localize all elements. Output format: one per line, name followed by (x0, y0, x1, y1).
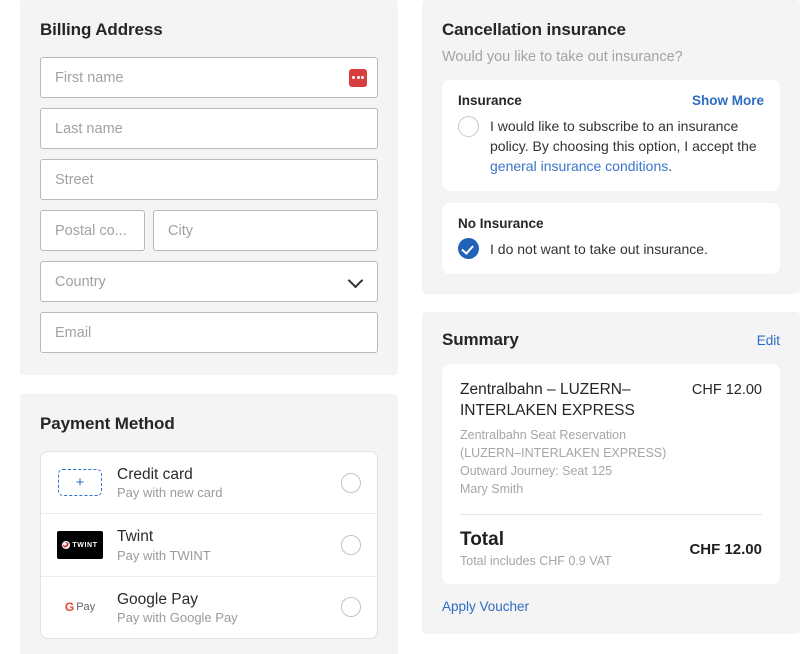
summary-header: Summary Edit (442, 330, 780, 350)
cancellation-insurance-panel: Cancellation insurance Would you like to… (422, 0, 800, 294)
summary-panel: Summary Edit Zentralbahn – LUZERN–INTERL… (422, 312, 800, 634)
cancellation-insurance-title: Cancellation insurance (442, 20, 780, 40)
payment-radio-credit-card[interactable] (341, 473, 361, 493)
payment-radio-google-pay[interactable] (341, 597, 361, 617)
google-pay-logo: GPay (57, 593, 103, 622)
insurance-text-after: . (668, 158, 672, 174)
payment-method-list: + Credit card Pay with new card TWINT Tw… (40, 451, 378, 639)
summary-total-row: Total Total includes CHF 0.9 VAT CHF 12.… (460, 529, 762, 568)
first-name-placeholder: First name (55, 70, 124, 86)
summary-line-item-title: Zentralbahn – LUZERN–INTERLAKEN EXPRESS (460, 380, 665, 422)
payment-method-title: Payment Method (40, 414, 378, 434)
payment-option-subtitle: Pay with TWINT (117, 548, 327, 563)
insurance-option-yes-card[interactable]: Insurance Show More I would like to subs… (442, 80, 780, 191)
payment-option-title: Credit card (117, 466, 193, 483)
last-name-placeholder: Last name (55, 121, 123, 137)
payment-option-google-pay[interactable]: GPay Google Pay Pay with Google Pay (41, 577, 377, 638)
insurance-option-yes-text: I would like to subscribe to an insuranc… (490, 115, 764, 176)
summary-total-label: Total (460, 529, 612, 551)
street-field[interactable]: Street (40, 159, 378, 200)
insurance-option-no-title: No Insurance (458, 216, 544, 231)
payment-option-subtitle: Pay with new card (117, 485, 327, 500)
payment-radio-twint[interactable] (341, 535, 361, 555)
show-more-link[interactable]: Show More (692, 93, 764, 108)
insurance-option-yes-header: Insurance Show More (458, 93, 764, 108)
password-manager-icon[interactable] (349, 69, 367, 87)
summary-card: Zentralbahn – LUZERN–INTERLAKEN EXPRESS … (442, 364, 780, 584)
last-name-field[interactable]: Last name (40, 108, 378, 149)
summary-line-item-description: Zentralbahn Seat Reservation (LUZERN–INT… (460, 426, 680, 499)
summary-line-item-main: Zentralbahn – LUZERN–INTERLAKEN EXPRESS … (460, 380, 680, 498)
email-placeholder: Email (55, 325, 91, 341)
summary-line-item-price: CHF 12.00 (692, 380, 762, 498)
street-placeholder: Street (55, 172, 94, 188)
postal-city-row: Postal co... City (40, 210, 378, 251)
postal-code-field[interactable]: Postal co... (40, 210, 145, 251)
payment-option-text: Google Pay Pay with Google Pay (117, 590, 327, 625)
insurance-radio-no-checked[interactable] (458, 238, 479, 259)
twint-logo: TWINT (57, 531, 103, 560)
summary-line-item: Zentralbahn – LUZERN–INTERLAKEN EXPRESS … (460, 380, 762, 498)
insurance-option-no-card[interactable]: No Insurance I do not want to take out i… (442, 203, 780, 274)
payment-option-subtitle: Pay with Google Pay (117, 610, 327, 625)
insurance-option-yes-row[interactable]: I would like to subscribe to an insuranc… (458, 115, 764, 176)
insurance-option-yes-title: Insurance (458, 93, 522, 108)
summary-total-labels: Total Total includes CHF 0.9 VAT (460, 529, 612, 568)
payment-option-twint[interactable]: TWINT Twint Pay with TWINT (41, 514, 377, 576)
payment-option-text: Twint Pay with TWINT (117, 527, 327, 562)
checkout-page: Billing Address First name Last name Str… (0, 0, 800, 654)
right-column: Cancellation insurance Would you like to… (422, 0, 800, 634)
apply-voucher-link[interactable]: Apply Voucher (442, 599, 529, 614)
summary-title: Summary (442, 330, 519, 350)
insurance-option-no-text: I do not want to take out insurance. (490, 238, 708, 259)
general-insurance-conditions-link[interactable]: general insurance conditions (490, 158, 668, 174)
insurance-radio-yes[interactable] (458, 116, 479, 137)
first-name-field[interactable]: First name (40, 57, 378, 98)
billing-address-panel: Billing Address First name Last name Str… (20, 0, 398, 375)
summary-divider (460, 514, 762, 515)
payment-option-text: Credit card Pay with new card (117, 465, 327, 500)
city-field[interactable]: City (153, 210, 378, 251)
cancellation-insurance-subtitle: Would you like to take out insurance? (442, 49, 780, 65)
payment-option-credit-card[interactable]: + Credit card Pay with new card (41, 452, 377, 514)
country-select[interactable]: Country (40, 261, 378, 302)
summary-total-price: CHF 12.00 (689, 529, 762, 558)
left-column: Billing Address First name Last name Str… (20, 0, 398, 654)
postal-code-placeholder: Postal co... (55, 223, 127, 239)
email-field[interactable]: Email (40, 312, 378, 353)
billing-address-title: Billing Address (40, 20, 378, 40)
country-placeholder: Country (55, 274, 106, 290)
payment-option-title: Google Pay (117, 591, 198, 608)
insurance-option-no-header: No Insurance (458, 216, 764, 231)
new-card-plus-icon: + (57, 468, 103, 497)
insurance-option-no-row[interactable]: I do not want to take out insurance. (458, 238, 764, 259)
city-placeholder: City (168, 223, 193, 239)
payment-option-title: Twint (117, 528, 153, 545)
insurance-text-before: I would like to subscribe to an insuranc… (490, 118, 757, 154)
apply-voucher-row: Apply Voucher (442, 598, 780, 614)
summary-total-note: Total includes CHF 0.9 VAT (460, 554, 612, 568)
payment-method-panel: Payment Method + Credit card Pay with ne… (20, 394, 398, 654)
summary-edit-link[interactable]: Edit (757, 333, 780, 348)
chevron-down-icon (348, 272, 364, 288)
